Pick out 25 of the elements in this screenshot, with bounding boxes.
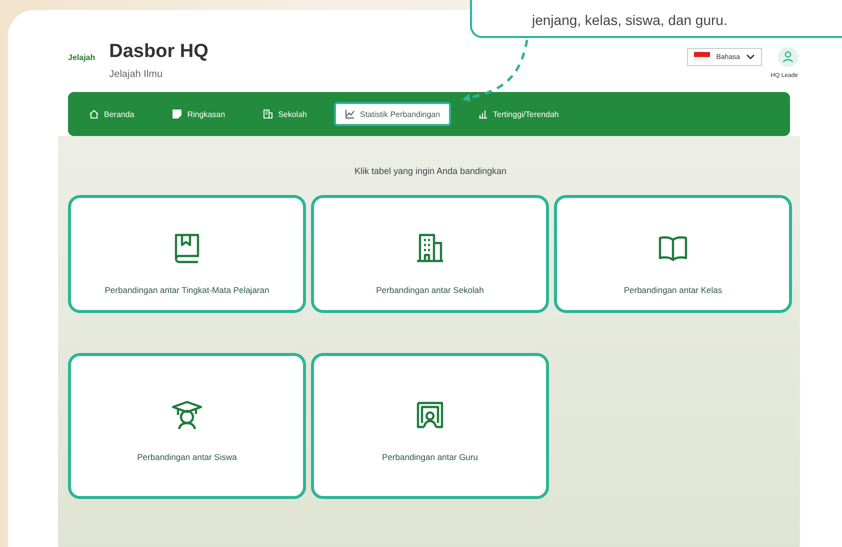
comparison-card[interactable]: Perbandingan antar Sekolah: [311, 195, 549, 313]
nav-tab[interactable]: Beranda: [78, 102, 146, 126]
nav-tab[interactable]: Statistik Perbandingan: [334, 102, 452, 126]
nav-tab[interactable]: Ringkasan: [161, 102, 236, 126]
page-subtitle: Jelajah Ilmu: [109, 69, 164, 80]
note-icon: [172, 109, 182, 119]
home-icon: [89, 109, 99, 119]
comparison-card[interactable]: Perbandingan antar Siswa: [68, 353, 306, 499]
page-title: Dasbor HQ: [109, 41, 210, 63]
comparison-card[interactable]: Perbandingan antar Guru: [311, 353, 549, 499]
nav-tab[interactable]: Sekolah: [252, 102, 318, 126]
line-chart-icon: [344, 109, 355, 119]
nav-tab[interactable]: Tertinggi/Terendah: [467, 102, 570, 126]
user-icon[interactable]: [778, 47, 798, 67]
comparison-card[interactable]: Perbandingan antar Tingkat-Mata Pelajaran: [68, 195, 306, 313]
logo: Jelajah: [68, 53, 96, 62]
graduate-icon: [170, 398, 204, 432]
flag-icon: [694, 52, 710, 62]
dashed-arrow: [462, 40, 528, 102]
comparison-card[interactable]: Perbandingan antar Kelas: [554, 195, 792, 313]
bar-chart-icon: [478, 109, 488, 119]
chevron-down-icon: [746, 54, 755, 60]
building-icon: [263, 109, 274, 119]
callout-text: jenjang, kelas, siswa, dan guru.: [532, 12, 728, 28]
instruction-text: Klik tabel yang ingin Anda bandingkan: [353, 166, 508, 176]
